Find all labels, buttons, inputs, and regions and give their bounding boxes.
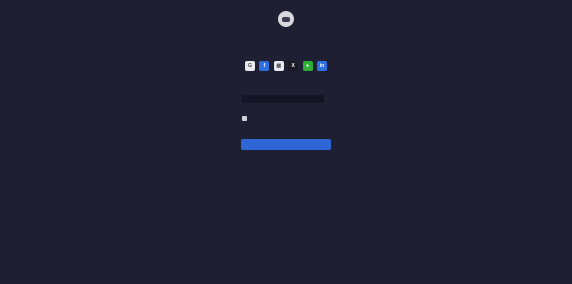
microsoft-icon: ▦ [276,62,282,69]
option-checkbox-row[interactable] [242,116,251,121]
wechat-icon: ● [306,62,310,69]
linkedin-icon: in [319,62,325,69]
x-login-button[interactable]: X [288,61,299,71]
facebook-login-button[interactable]: f [259,61,270,71]
wechat-login-button[interactable]: ● [302,61,313,71]
app-logo [278,11,294,27]
google-icon: G [248,62,252,69]
microsoft-login-button[interactable]: ▦ [273,61,284,71]
sign-in-button[interactable] [241,139,331,150]
option-checkbox[interactable] [242,116,247,121]
social-login-providers: Gf ▦ X ● in [245,61,327,71]
logo-mark-icon [282,16,290,22]
email-field[interactable] [242,95,324,103]
x-icon: X [291,62,295,69]
google-login-button[interactable]: G [245,61,255,71]
facebook-icon: f [263,62,266,69]
linkedin-login-button[interactable]: in [316,61,327,71]
